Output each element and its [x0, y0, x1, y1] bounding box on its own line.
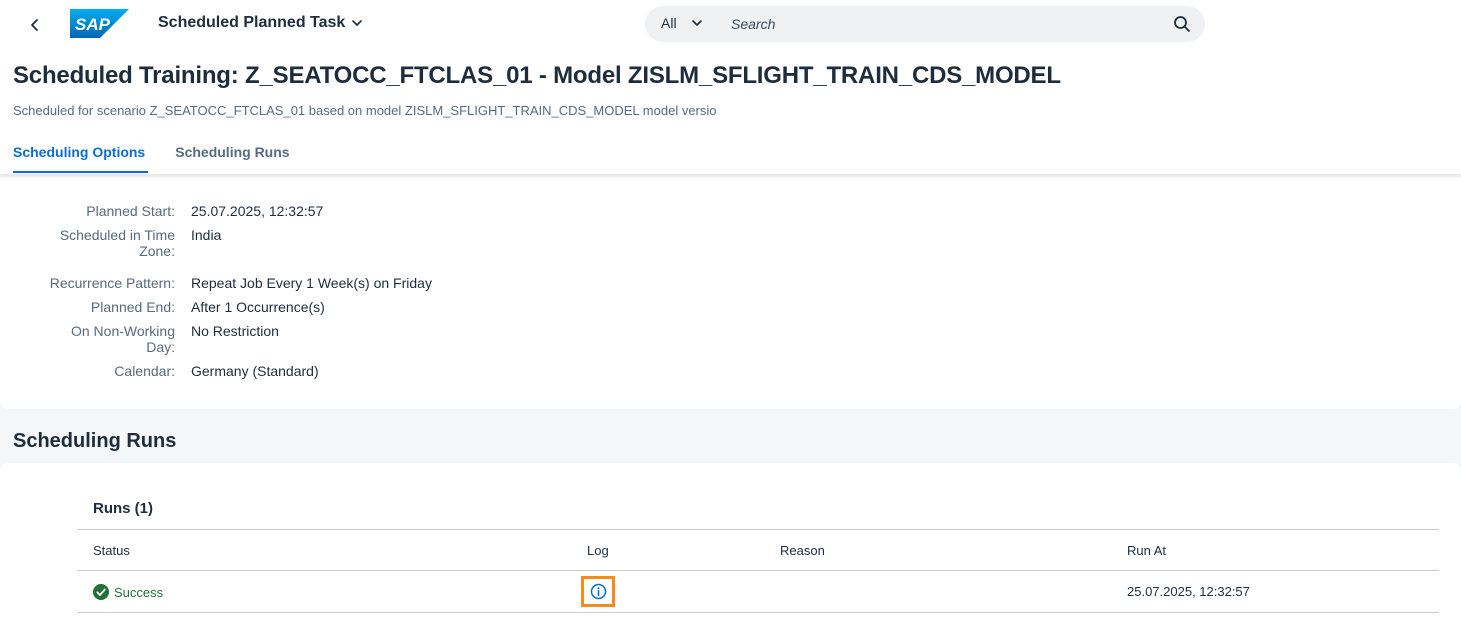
- calendar-label: Calendar:: [114, 363, 175, 379]
- scheduling-options-section: Planned Start: 25.07.2025, 12:32:57 Sche…: [0, 178, 1461, 409]
- log-info-button[interactable]: [581, 576, 615, 607]
- info-icon: [590, 583, 606, 600]
- non-working-label-line1: On Non-Working: [70, 323, 175, 339]
- recurrence-value: Repeat Job Every 1 Week(s) on Friday: [191, 275, 432, 291]
- non-working-day-value: No Restriction: [191, 323, 279, 339]
- table-title: Runs (1): [93, 500, 153, 517]
- sap-logo[interactable]: SAP: [70, 9, 129, 38]
- column-header-log[interactable]: Log: [587, 543, 609, 558]
- search-input[interactable]: [725, 10, 1155, 38]
- timezone-value: India: [191, 227, 222, 243]
- table-row-status: Success: [93, 584, 163, 600]
- table-header-bottom-divider: [77, 570, 1439, 571]
- non-working-label-line2: Day:: [146, 339, 175, 355]
- planned-end-value: After 1 Occurrence(s): [191, 299, 325, 315]
- chevron-down-icon: [352, 20, 363, 26]
- tab-bar: Scheduling Options Scheduling Runs: [13, 144, 290, 173]
- timezone-label-line2: Zone:: [139, 243, 175, 259]
- column-header-status[interactable]: Status: [93, 543, 130, 558]
- table-header-top-divider: [77, 529, 1439, 530]
- page-subtitle: Scheduled for scenario Z_SEATOCC_FTCLAS_…: [13, 103, 717, 118]
- tab-scheduling-options[interactable]: Scheduling Options: [13, 144, 149, 173]
- search-icon: [1174, 16, 1190, 32]
- search-scope-label: All: [661, 15, 677, 31]
- chevron-down-icon: [691, 20, 702, 26]
- table-row-divider: [77, 612, 1439, 613]
- app-title: Scheduled Planned Task: [158, 14, 346, 31]
- sap-logo-text: SAP: [75, 15, 111, 34]
- search-bar: All: [645, 6, 1205, 42]
- timezone-label-line1: Scheduled in Time: [59, 227, 175, 243]
- calendar-value: Germany (Standard): [191, 363, 319, 379]
- planned-end-label: Planned End:: [90, 299, 175, 315]
- table-row-run-at: 25.07.2025, 12:32:57: [1127, 584, 1250, 599]
- status-text: Success: [114, 584, 164, 600]
- timezone-label: Scheduled in Time Zone:: [35, 227, 175, 259]
- success-check-icon: [93, 584, 109, 600]
- object-page-header: Scheduled Training: Z_SEATOCC_FTCLAS_01 …: [0, 50, 1461, 174]
- app-title-menu[interactable]: Scheduled Planned Task: [158, 14, 363, 32]
- runs-table-card: Runs (1) Status Log Reason Run At Succes…: [0, 463, 1461, 627]
- non-working-day-label: On Non-Working Day:: [35, 323, 175, 355]
- chevron-left-icon: [31, 19, 38, 31]
- column-header-reason[interactable]: Reason: [780, 543, 825, 558]
- tab-scheduling-runs[interactable]: Scheduling Runs: [175, 144, 289, 173]
- search-button[interactable]: [1173, 15, 1191, 33]
- recurrence-label: Recurrence Pattern:: [49, 275, 175, 291]
- back-button[interactable]: [22, 12, 48, 38]
- search-scope-select[interactable]: All: [661, 15, 703, 31]
- planned-start-label: Planned Start:: [86, 203, 175, 219]
- shell-bar: SAP Scheduled Planned Task All: [0, 0, 1461, 50]
- column-header-run-at[interactable]: Run At: [1127, 543, 1166, 558]
- section-title-scheduling-runs: Scheduling Runs: [13, 430, 177, 452]
- planned-start-value: 25.07.2025, 12:32:57: [191, 203, 324, 219]
- page-title: Scheduled Training: Z_SEATOCC_FTCLAS_01 …: [13, 62, 1061, 89]
